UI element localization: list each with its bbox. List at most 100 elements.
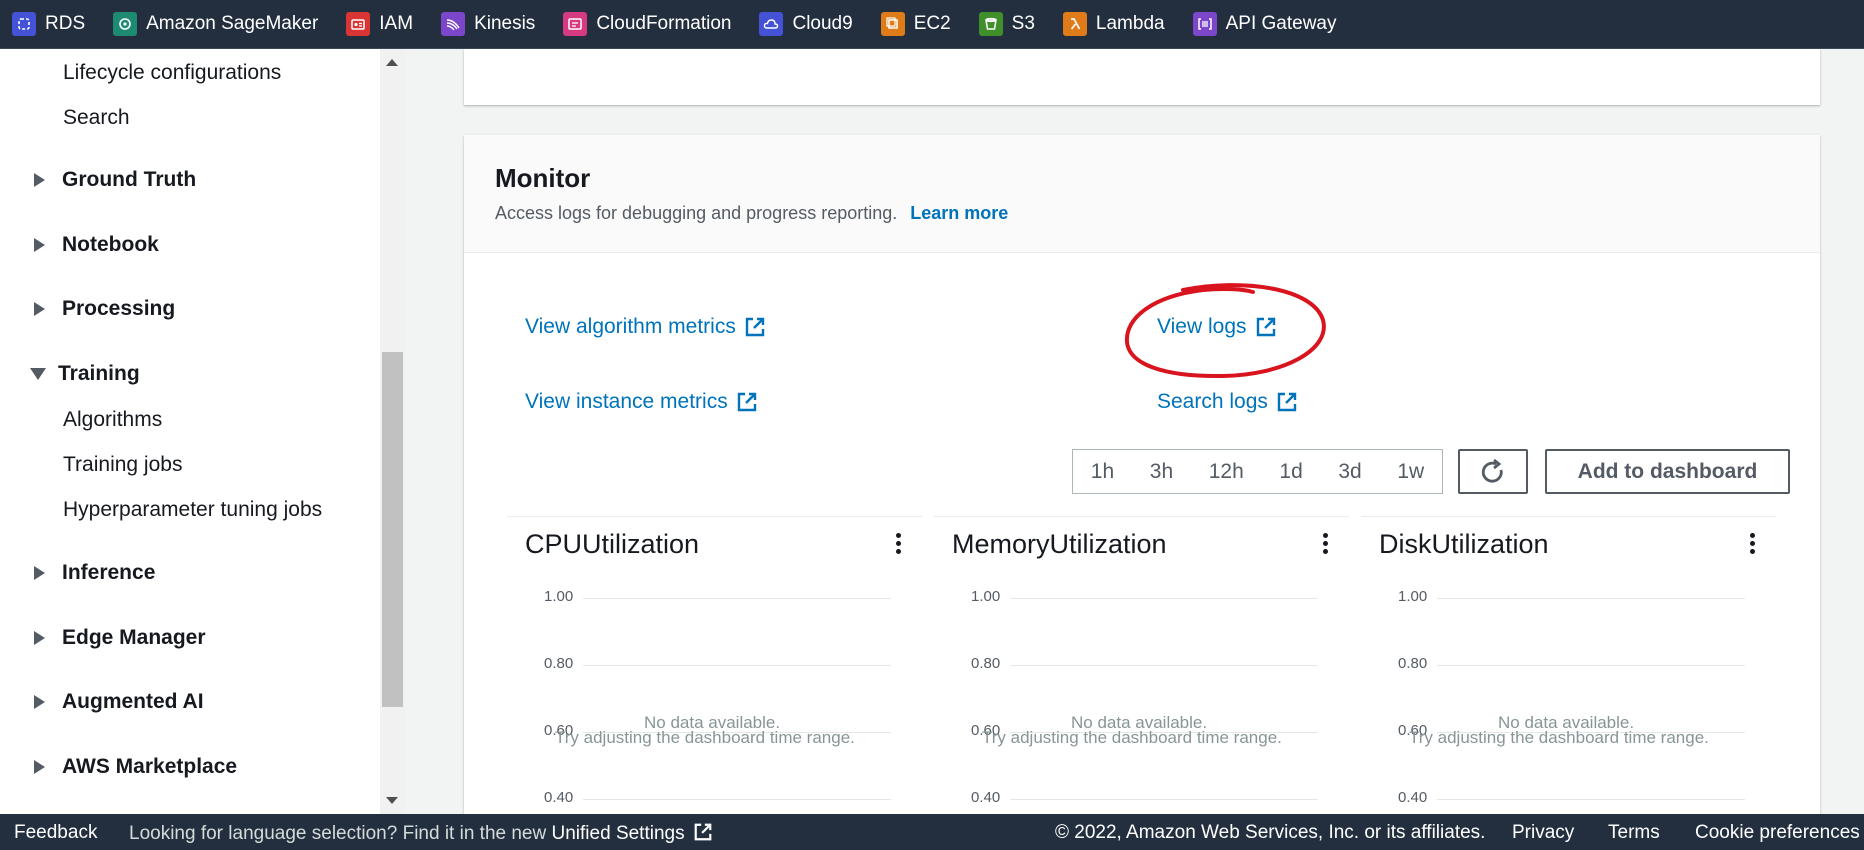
y-tick: 0.40 bbox=[544, 789, 574, 806]
sidebar-scrollbar[interactable] bbox=[380, 49, 405, 814]
kebab-menu-icon[interactable] bbox=[1750, 533, 1756, 557]
ec2-icon bbox=[880, 12, 905, 36]
lambda-icon bbox=[1062, 12, 1087, 36]
time-range-selector: 1h 3h 12h 1d 3d 1w bbox=[1072, 449, 1443, 494]
service-lambda[interactable]: Lambda bbox=[1062, 12, 1165, 36]
console-footer: Feedback Looking for language selection?… bbox=[0, 814, 1864, 850]
service-rds[interactable]: RDS bbox=[12, 12, 85, 36]
kebab-menu-icon[interactable] bbox=[1323, 533, 1329, 557]
caret-right-icon bbox=[34, 173, 45, 187]
y-tick: 0.80 bbox=[544, 655, 574, 672]
api-gateway-icon bbox=[1192, 12, 1217, 36]
monitor-title: Monitor bbox=[495, 163, 591, 193]
service-label: Cloud9 bbox=[792, 13, 853, 34]
gridline bbox=[1010, 665, 1318, 666]
service-ec2[interactable]: EC2 bbox=[880, 12, 951, 36]
sidebar-section-processing[interactable]: Processing bbox=[30, 297, 175, 321]
external-link-icon bbox=[745, 317, 765, 337]
y-tick: 1.00 bbox=[971, 588, 1001, 605]
feedback-link[interactable]: Feedback bbox=[14, 822, 97, 844]
sidebar-section-label: Ground Truth bbox=[62, 168, 197, 191]
sidebar-item-training-jobs[interactable]: Training jobs bbox=[63, 453, 182, 477]
no-data-hint: Try adjusting the dashboard time range. bbox=[1409, 728, 1709, 747]
link-label: View logs bbox=[1157, 315, 1247, 338]
service-s3[interactable]: S3 bbox=[978, 12, 1035, 36]
service-sagemaker[interactable]: Amazon SageMaker bbox=[113, 12, 318, 36]
metric-widget-memory: MemoryUtilization 1.00 0.80 0.60 0.40 No… bbox=[934, 516, 1349, 815]
sidebar-section-aws-marketplace[interactable]: AWS Marketplace bbox=[30, 755, 237, 779]
time-range-1w[interactable]: 1w bbox=[1393, 460, 1428, 484]
services-bar: RDS Amazon SageMaker IAM Kinesis CloudFo… bbox=[0, 0, 1864, 49]
widget-title: CPUUtilization bbox=[525, 529, 700, 559]
monitor-panel: Monitor Access logs for debugging and pr… bbox=[464, 135, 1820, 815]
sidebar-section-ground-truth[interactable]: Ground Truth bbox=[30, 168, 196, 192]
cloud9-icon bbox=[759, 12, 784, 36]
service-cloud9[interactable]: Cloud9 bbox=[759, 12, 853, 36]
widget-title: MemoryUtilization bbox=[952, 529, 1167, 559]
sidebar-item-algorithms[interactable]: Algorithms bbox=[63, 408, 162, 432]
gridline bbox=[583, 598, 891, 599]
terms-link[interactable]: Terms bbox=[1608, 822, 1660, 844]
kebab-menu-icon[interactable] bbox=[896, 533, 902, 557]
s3-icon bbox=[978, 12, 1003, 36]
cookie-preferences-link[interactable]: Cookie preferences bbox=[1695, 822, 1860, 844]
sidebar-section-label: Training bbox=[58, 362, 140, 385]
y-tick: 1.00 bbox=[544, 588, 574, 605]
sidebar-item-search[interactable]: Search bbox=[63, 106, 130, 130]
gridline bbox=[583, 799, 891, 800]
sidebar-section-label: Edge Manager bbox=[62, 626, 206, 649]
gridline bbox=[1437, 598, 1745, 599]
iam-icon bbox=[346, 12, 371, 36]
scroll-up-arrow-icon[interactable] bbox=[386, 59, 398, 66]
service-api-gateway[interactable]: API Gateway bbox=[1192, 12, 1337, 36]
add-to-dashboard-button[interactable]: Add to dashboard bbox=[1545, 449, 1790, 494]
sidebar-section-notebook[interactable]: Notebook bbox=[30, 233, 159, 257]
service-label: EC2 bbox=[913, 13, 951, 34]
gridline bbox=[1010, 799, 1318, 800]
sidebar-section-label: Processing bbox=[62, 297, 176, 320]
sidebar-section-label: Augmented AI bbox=[62, 690, 204, 713]
caret-right-icon bbox=[34, 695, 45, 709]
view-logs-link[interactable]: View logs bbox=[1157, 315, 1277, 339]
time-range-1d[interactable]: 1d bbox=[1275, 460, 1306, 484]
scrollbar-thumb[interactable] bbox=[382, 352, 403, 707]
service-label: IAM bbox=[379, 13, 414, 34]
privacy-link[interactable]: Privacy bbox=[1512, 822, 1574, 844]
time-range-3h[interactable]: 3h bbox=[1146, 460, 1177, 484]
service-cloudformation[interactable]: CloudFormation bbox=[563, 12, 731, 36]
caret-right-icon bbox=[34, 302, 45, 316]
time-range-3d[interactable]: 3d bbox=[1334, 460, 1365, 484]
service-kinesis[interactable]: Kinesis bbox=[441, 12, 535, 36]
search-logs-link[interactable]: Search logs bbox=[1157, 390, 1298, 414]
view-algorithm-metrics-link[interactable]: View algorithm metrics bbox=[525, 315, 766, 339]
gridline bbox=[583, 665, 891, 666]
sidebar-item-lifecycle-configurations[interactable]: Lifecycle configurations bbox=[63, 61, 281, 85]
y-tick: 0.40 bbox=[1398, 789, 1428, 806]
link-label: View algorithm metrics bbox=[525, 315, 736, 338]
learn-more-link[interactable]: Learn more bbox=[910, 203, 1008, 223]
external-link-icon bbox=[1256, 317, 1275, 337]
sidebar-section-label: AWS Marketplace bbox=[62, 755, 238, 778]
scroll-down-arrow-icon[interactable] bbox=[386, 797, 398, 804]
service-iam[interactable]: IAM bbox=[346, 12, 413, 36]
sagemaker-icon bbox=[113, 12, 138, 36]
sidebar-section-inference[interactable]: Inference bbox=[30, 561, 155, 585]
metric-widget-cpu: CPUUtilization 1.00 0.80 0.60 0.40 No da… bbox=[507, 516, 922, 815]
link-label: Search logs bbox=[1157, 390, 1268, 413]
service-label: API Gateway bbox=[1225, 13, 1337, 34]
kinesis-icon bbox=[441, 12, 466, 36]
time-range-12h[interactable]: 12h bbox=[1205, 460, 1248, 484]
monitor-description-text: Access logs for debugging and progress r… bbox=[495, 203, 898, 223]
caret-right-icon bbox=[34, 760, 45, 774]
refresh-button[interactable] bbox=[1458, 449, 1528, 494]
sidebar-section-training[interactable]: Training bbox=[30, 362, 140, 386]
y-tick: 0.80 bbox=[1398, 655, 1428, 672]
sidebar-section-edge-manager[interactable]: Edge Manager bbox=[30, 626, 206, 650]
time-range-1h[interactable]: 1h bbox=[1087, 460, 1118, 484]
gridline bbox=[1437, 799, 1745, 800]
unified-settings-link[interactable]: Unified Settings bbox=[552, 823, 713, 844]
sidebar-item-hyperparameter-tuning-jobs[interactable]: Hyperparameter tuning jobs bbox=[63, 498, 322, 522]
language-prompt-text: Looking for language selection? Find it … bbox=[129, 823, 547, 844]
view-instance-metrics-link[interactable]: View instance metrics bbox=[525, 390, 758, 414]
sidebar-section-augmented-ai[interactable]: Augmented AI bbox=[30, 690, 204, 714]
